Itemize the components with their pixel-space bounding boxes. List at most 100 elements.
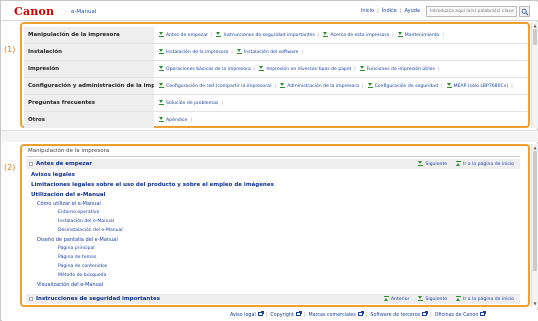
external-link-icon bbox=[480, 311, 487, 316]
home-page-link[interactable]: Ir a la página de inicio bbox=[455, 296, 514, 302]
home-page-link[interactable]: Ir a la página de inicio bbox=[455, 161, 514, 167]
category-name: Manipulación de la impresora bbox=[24, 27, 154, 43]
tree-item[interactable]: Método de búsqueda bbox=[58, 273, 106, 279]
footer-link[interactable]: Aviso legal bbox=[230, 311, 264, 318]
category-links: Apéndice | bbox=[158, 117, 195, 124]
tree-item[interactable]: Limitaciones legales sobre el uso del pr… bbox=[31, 182, 274, 188]
next-link[interactable]: Siguiente bbox=[417, 296, 447, 302]
separator-band bbox=[2, 130, 538, 142]
down-arrow-icon bbox=[158, 66, 164, 71]
category-link[interactable]: Solución de problemas bbox=[158, 100, 218, 107]
canon-logo[interactable]: Canon bbox=[14, 6, 54, 17]
scroll-thumb[interactable] bbox=[533, 151, 537, 271]
scroll-thumb[interactable] bbox=[533, 29, 537, 45]
collapse-icon[interactable] bbox=[29, 162, 33, 166]
external-link-icon bbox=[257, 311, 264, 316]
footer-link[interactable]: Software de terceros bbox=[370, 311, 429, 318]
footer-link[interactable]: Copyright bbox=[270, 311, 302, 318]
down-arrow-icon bbox=[236, 49, 242, 54]
category-row: Manipulación de la impresora Antes de em… bbox=[24, 27, 528, 44]
subsection-nav: Siguiente Ir a la página de inicio bbox=[417, 161, 514, 168]
search-button[interactable] bbox=[519, 6, 530, 17]
separator: | bbox=[399, 8, 402, 14]
subsection-title[interactable]: Antes de empezar bbox=[36, 161, 92, 167]
external-link-icon bbox=[357, 311, 364, 316]
tree-item[interactable]: Página de contenidos bbox=[58, 264, 107, 270]
help-link[interactable]: Ayuda bbox=[405, 8, 420, 14]
scroll-up-icon[interactable]: ▲ bbox=[532, 22, 538, 28]
content-scrollbar[interactable]: ▲ ▼ bbox=[531, 144, 538, 307]
category-link[interactable]: Instalación del software bbox=[236, 49, 298, 56]
up-arrow-icon bbox=[455, 296, 462, 301]
tree-item[interactable]: Cómo utilizar el e-Manual bbox=[37, 201, 101, 207]
up-arrow-icon bbox=[455, 161, 462, 166]
tree-item[interactable]: Página de temas bbox=[58, 255, 96, 261]
category-row: Preguntas frecuentes Solución de problem… bbox=[24, 95, 528, 112]
down-arrow-icon bbox=[158, 83, 164, 88]
category-link[interactable]: Acerca de esta impresora bbox=[322, 32, 389, 39]
category-panel: Manipulación de la impresora Antes de em… bbox=[20, 22, 530, 128]
callout-marker-1: (1) bbox=[4, 45, 16, 54]
footer-link[interactable]: Oficinas de Canon bbox=[435, 311, 487, 318]
tree-item[interactable]: Diseño de pantalla del e-Manual bbox=[37, 237, 118, 243]
subsection-nav: Anterior Siguiente Ir a la página de inici… bbox=[383, 296, 514, 303]
tree-item[interactable]: Entorno operativo bbox=[58, 210, 99, 216]
category-links: Instalación de la impresora | Instalación … bbox=[158, 49, 306, 56]
subsection-title[interactable]: Instrucciones de seguridad importantes bbox=[36, 296, 160, 302]
category-name: Configuración y administración de la imp… bbox=[24, 78, 154, 94]
tree-item[interactable]: Desinstalación del e-Manual bbox=[58, 228, 123, 234]
category-row: Impresión Operaciones básicas de la impr… bbox=[24, 61, 528, 78]
home-link[interactable]: Inicio bbox=[361, 8, 374, 14]
down-arrow-icon bbox=[158, 100, 164, 105]
category-link[interactable]: Funciones de impresión útiles bbox=[359, 66, 435, 73]
category-link[interactable]: Instalación de la impresora bbox=[158, 49, 228, 56]
category-name: Otros bbox=[24, 112, 154, 128]
scroll-up-icon[interactable]: ▲ bbox=[532, 144, 538, 150]
category-row: Configuración y administración de la imp… bbox=[24, 78, 528, 95]
category-link[interactable]: Configuración de seguridad bbox=[367, 83, 438, 90]
down-arrow-icon bbox=[359, 66, 365, 71]
category-link[interactable]: Impresión en diversos tipos de papel bbox=[258, 66, 351, 73]
category-link[interactable]: Antes de empezar bbox=[158, 32, 208, 39]
top-scrollbar[interactable]: ▲ bbox=[531, 22, 538, 128]
category-link[interactable]: Configuración de red (compartir la impre… bbox=[158, 83, 272, 90]
tree-item[interactable]: Instalación del e-Manual bbox=[58, 219, 114, 225]
down-arrow-icon bbox=[215, 32, 222, 37]
collapse-icon[interactable] bbox=[29, 297, 33, 301]
index-link[interactable]: Índice bbox=[382, 8, 397, 14]
category-link[interactable]: Operaciones básicas de la impresora bbox=[158, 66, 251, 73]
category-links: Configuración de red (compartir la impre… bbox=[158, 83, 516, 90]
browser-frame: Canon e-Manual Inicio | Índice | Ayuda Intro… bbox=[0, 0, 538, 321]
down-arrow-icon bbox=[158, 117, 164, 122]
category-link[interactable]: Apéndice bbox=[158, 117, 187, 124]
search-icon bbox=[521, 8, 529, 16]
tree-item[interactable]: Avisos legales bbox=[31, 172, 75, 178]
external-link-icon bbox=[295, 311, 302, 316]
callout-marker-2: (2) bbox=[4, 163, 16, 172]
tree-item[interactable]: Visualización del e-Manual bbox=[37, 282, 103, 288]
category-link[interactable]: Mantenimiento bbox=[397, 32, 439, 39]
separator: | bbox=[377, 8, 379, 14]
category-link[interactable]: Administración de la impresora bbox=[279, 83, 359, 90]
footer-link[interactable]: Marcas comerciales bbox=[308, 311, 364, 318]
down-arrow-icon bbox=[446, 83, 452, 88]
search-input[interactable]: Introduzca aquí la(s) palabra(s) clave bbox=[426, 6, 517, 17]
scroll-down-icon[interactable]: ▼ bbox=[532, 300, 538, 306]
category-row: Instalación Instalación de la impresora |… bbox=[24, 44, 528, 61]
category-link[interactable]: MEAP (sólo LBP7680Cx) bbox=[446, 83, 508, 90]
section-title: Manipulación de la impresora bbox=[28, 148, 110, 154]
top-header: Canon e-Manual Inicio | Índice | Ayuda Intro… bbox=[2, 2, 538, 21]
category-row: Otros Apéndice | bbox=[24, 112, 528, 129]
down-arrow-icon bbox=[322, 32, 329, 37]
tree-item[interactable]: Utilización del e-Manual bbox=[31, 192, 106, 198]
footer-links: Aviso legal | Copyright | Marcas comerciales… bbox=[230, 311, 487, 319]
category-link[interactable]: Instrucciones de seguridad importantes bbox=[215, 32, 315, 39]
down-arrow-icon bbox=[158, 49, 164, 54]
previous-link[interactable]: Anterior bbox=[383, 296, 409, 302]
tree-item[interactable]: Página principal bbox=[58, 246, 95, 252]
next-link[interactable]: Siguiente bbox=[417, 161, 447, 167]
category-name: Preguntas frecuentes bbox=[24, 95, 154, 111]
content-panel: Manipulación de la impresora Antes de em… bbox=[20, 144, 530, 307]
category-links: Solución de problemas | bbox=[158, 100, 226, 107]
down-arrow-icon bbox=[367, 83, 373, 88]
